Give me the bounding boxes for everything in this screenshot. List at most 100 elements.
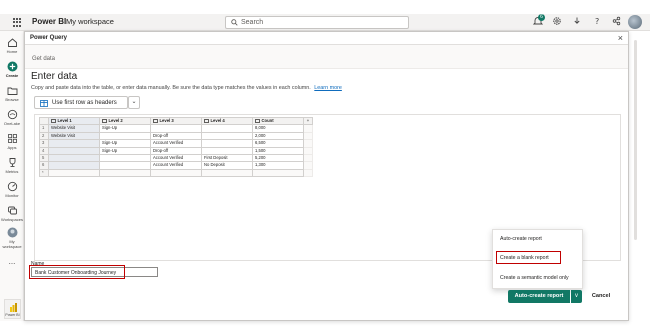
breadcrumb-bar: Get data bbox=[25, 45, 628, 69]
split-chevron-down-icon[interactable]: v bbox=[571, 290, 582, 303]
column-type-icon bbox=[204, 119, 209, 123]
workspaces-icon bbox=[7, 206, 17, 215]
more-options-icon[interactable]: ... bbox=[0, 257, 24, 266]
help-icon[interactable]: ? bbox=[591, 16, 603, 28]
table-cell[interactable]: Sign-Up bbox=[99, 124, 151, 133]
onelake-icon bbox=[7, 109, 17, 120]
table-cell-empty[interactable] bbox=[150, 168, 202, 178]
cancel-button[interactable]: Cancel bbox=[587, 290, 615, 303]
table-cell[interactable]: Website Visit bbox=[48, 124, 100, 133]
nav-item-my-workspace[interactable]: My workspace bbox=[0, 227, 24, 249]
table-cell[interactable]: Account Verified bbox=[150, 154, 202, 163]
table-cell[interactable] bbox=[201, 139, 253, 148]
table-cell[interactable]: 5,200 bbox=[252, 154, 304, 163]
share-feedback-icon[interactable] bbox=[610, 16, 622, 28]
table-cell[interactable] bbox=[48, 154, 100, 163]
settings-gear-icon[interactable] bbox=[551, 16, 563, 28]
row-number[interactable]: 1 bbox=[39, 124, 49, 133]
table-cell[interactable]: 6,500 bbox=[252, 139, 304, 148]
table-cell[interactable]: Website Visit bbox=[48, 131, 100, 141]
nav-item-workspaces[interactable]: Workspaces bbox=[0, 205, 24, 222]
add-column-button[interactable]: + bbox=[303, 116, 313, 126]
table-cell[interactable]: Sign-Up bbox=[99, 139, 151, 148]
row-number[interactable]: 2 bbox=[39, 131, 49, 141]
nav-item-apps[interactable]: Apps bbox=[0, 133, 24, 150]
page-title: Enter data bbox=[31, 71, 78, 82]
table-cell-empty[interactable] bbox=[99, 168, 151, 178]
row-number[interactable]: 3 bbox=[39, 139, 49, 148]
nav-label-metrics: Metrics bbox=[5, 169, 19, 174]
table-cell[interactable]: First Deposit bbox=[201, 154, 253, 163]
table-cell[interactable] bbox=[99, 131, 151, 141]
svg-text:?: ? bbox=[595, 17, 599, 26]
name-field[interactable]: Bank Customer Onboarding Journey bbox=[31, 267, 158, 277]
table-cell[interactable] bbox=[99, 161, 151, 170]
table-cell[interactable]: 8,000 bbox=[252, 124, 304, 133]
table-cell[interactable] bbox=[48, 161, 100, 170]
table-cell[interactable] bbox=[99, 154, 151, 163]
row-number[interactable]: 5 bbox=[39, 154, 49, 163]
row-number[interactable]: 6 bbox=[39, 161, 49, 170]
table-cell-empty[interactable] bbox=[48, 168, 100, 178]
table-cell[interactable]: Account Verified bbox=[150, 139, 202, 148]
search-input[interactable]: Search bbox=[225, 16, 409, 29]
learn-more-link[interactable]: Learn more bbox=[314, 85, 342, 91]
column-header[interactable]: Level 3 bbox=[150, 116, 202, 126]
user-avatar[interactable] bbox=[628, 15, 642, 29]
workspace-breadcrumb[interactable]: My workspace bbox=[66, 17, 114, 26]
table-cell[interactable] bbox=[48, 139, 100, 148]
data-table: Level 1 Level 2 Level 3 Level 4 Count + … bbox=[39, 116, 313, 178]
table-row: 1 Website Visit Sign-Up 8,000 bbox=[39, 124, 313, 133]
nav-item-monitor[interactable]: Monitor bbox=[0, 181, 24, 198]
table-cell[interactable]: 2,000 bbox=[252, 131, 304, 141]
table-cell[interactable]: 1,300 bbox=[252, 161, 304, 170]
column-header[interactable]: Level 1 bbox=[48, 116, 100, 126]
table-cell[interactable] bbox=[201, 146, 253, 156]
auto-create-report-button[interactable]: Auto-create report bbox=[508, 290, 570, 303]
breadcrumb[interactable]: Get data bbox=[32, 56, 55, 62]
nav-label-my-workspace: My workspace bbox=[2, 239, 22, 249]
table-cell[interactable] bbox=[201, 124, 253, 133]
download-icon[interactable] bbox=[571, 16, 583, 28]
close-icon[interactable]: × bbox=[618, 33, 623, 44]
power-bi-switcher[interactable]: Power BI bbox=[4, 299, 21, 319]
power-query-dialog: Power Query × Get data Enter data Copy a… bbox=[24, 31, 629, 321]
table-cell[interactable] bbox=[48, 146, 100, 156]
app-launcher-icon[interactable] bbox=[13, 18, 22, 27]
table-corner[interactable] bbox=[39, 116, 49, 126]
column-header[interactable]: Level 2 bbox=[99, 116, 151, 126]
table-cell[interactable]: Sign-Up bbox=[99, 146, 151, 156]
table-row: 4 Sign-Up Drop-off 1,500 bbox=[39, 146, 313, 156]
nav-item-metrics[interactable]: Metrics bbox=[0, 157, 24, 174]
chevron-down-icon[interactable]: ⌄ bbox=[128, 96, 140, 109]
nav-item-onelake[interactable]: OneLake bbox=[0, 109, 24, 126]
app-name[interactable]: Power BI bbox=[32, 17, 66, 26]
table-cell-empty[interactable] bbox=[252, 168, 304, 178]
nav-item-home[interactable]: Home bbox=[0, 37, 24, 54]
table-cell[interactable] bbox=[150, 124, 202, 133]
row-number[interactable]: 4 bbox=[39, 146, 49, 156]
folder-icon bbox=[7, 87, 17, 95]
notifications-icon[interactable]: 6 bbox=[532, 14, 545, 28]
table-cell[interactable]: Drop-off bbox=[150, 146, 202, 156]
table-cell[interactable] bbox=[201, 131, 253, 141]
nav-item-create[interactable]: Create bbox=[0, 61, 24, 78]
table-cell[interactable]: Account Verified bbox=[150, 161, 202, 170]
column-header[interactable]: Count bbox=[252, 116, 304, 126]
add-row-button[interactable]: * bbox=[39, 168, 49, 178]
menu-item-auto-create-report[interactable]: Auto-create report bbox=[493, 232, 582, 246]
nav-item-browse[interactable]: Browse bbox=[0, 85, 24, 102]
table-cell[interactable]: Drop-off bbox=[150, 131, 202, 141]
top-bar: Power BI My workspace Search 6 ? bbox=[0, 14, 650, 31]
use-first-row-headers-label: Use first row as headers bbox=[52, 100, 117, 106]
table-cell-empty[interactable] bbox=[201, 168, 253, 178]
table-cell[interactable]: 1,500 bbox=[252, 146, 304, 156]
table-cell[interactable]: No Deposit bbox=[201, 161, 253, 170]
use-first-row-headers-button[interactable]: Use first row as headers bbox=[34, 96, 128, 109]
vertical-scrollbar[interactable] bbox=[634, 40, 637, 240]
menu-item-create-blank-report[interactable]: Create a blank report bbox=[493, 251, 582, 265]
nav-label-workspaces: Workspaces bbox=[1, 217, 23, 222]
menu-item-create-semantic-model[interactable]: Create a semantic model only bbox=[493, 271, 582, 285]
table-header-row: Level 1 Level 2 Level 3 Level 4 Count + bbox=[39, 116, 313, 126]
column-header[interactable]: Level 4 bbox=[201, 116, 253, 126]
